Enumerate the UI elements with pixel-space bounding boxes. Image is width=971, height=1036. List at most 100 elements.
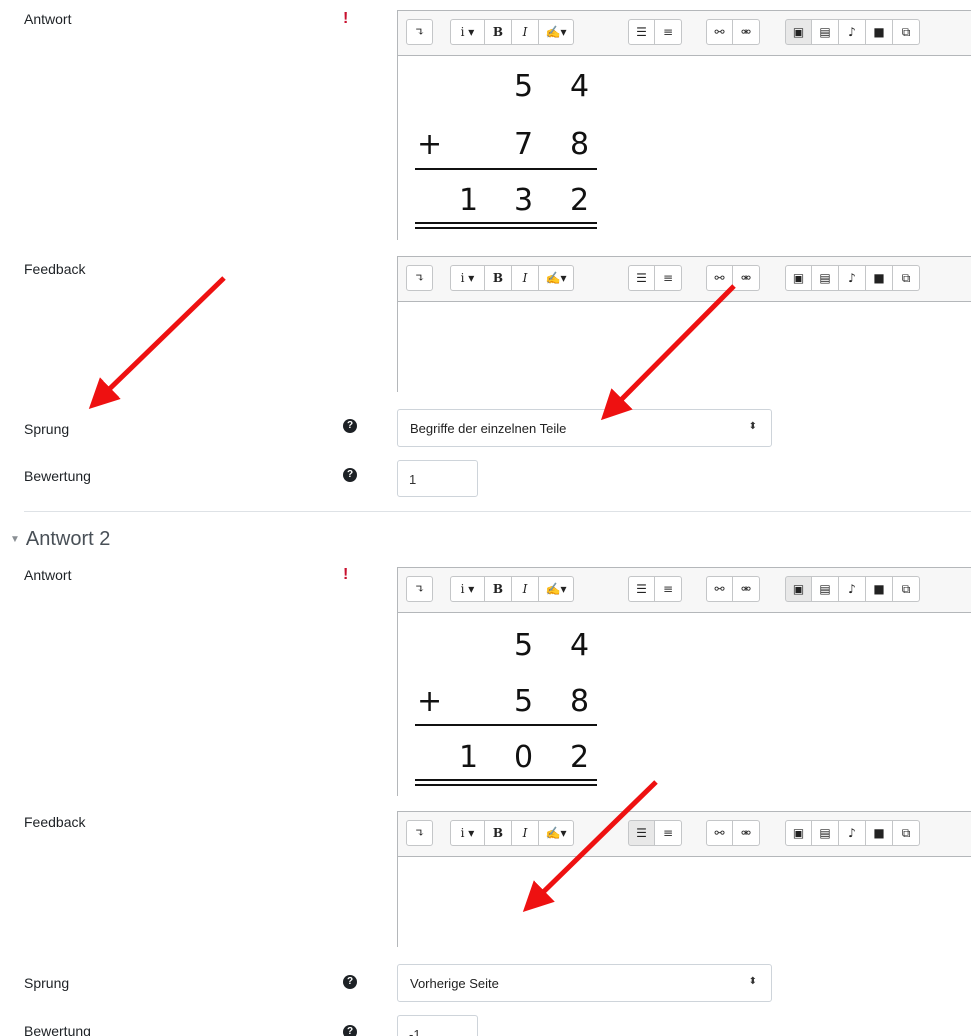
expand-toolbar-icon[interactable]: ↴ [406, 265, 433, 291]
feedback-editor[interactable]: ↴ i ▾ B I ✍▾ ☰ ≡ ⚯ ⚮ ▣ ▤ ♪ ■ ⧉ [397, 811, 971, 947]
link-icon[interactable]: ⚯ [706, 265, 733, 291]
bold-icon[interactable]: B [485, 265, 512, 291]
result-line [415, 227, 597, 229]
bold-icon[interactable]: B [485, 576, 512, 602]
info-icon[interactable]: i ▾ [450, 265, 485, 291]
numbered-list-icon[interactable]: ≡ [655, 820, 682, 846]
editor-toolbar: ↴ i ▾ B I ✍▾ ☰ ≡ ⚯ ⚮ ▣ ▤ ♪ ■ ⧉ [398, 257, 971, 302]
feedback-label: Feedback [24, 814, 86, 830]
microphone-icon[interactable]: ♪ [839, 576, 866, 602]
score-label: Bewertung [24, 1023, 91, 1036]
italic-icon[interactable]: I [512, 820, 539, 846]
expand-toolbar-icon[interactable]: ↴ [406, 576, 433, 602]
divider [24, 511, 971, 512]
video-icon[interactable]: ■ [866, 576, 893, 602]
collapse-icon: ▼ [10, 534, 20, 545]
video-icon[interactable]: ■ [866, 19, 893, 45]
score-input[interactable]: 1 [397, 460, 478, 497]
manage-files-icon[interactable]: ⧉ [893, 19, 920, 45]
help-icon[interactable]: ? [343, 975, 357, 989]
link-icon[interactable]: ⚯ [706, 820, 733, 846]
digit: 4 [570, 69, 590, 104]
operator: + [417, 127, 443, 162]
digit: 8 [570, 127, 590, 162]
video-icon[interactable]: ■ [866, 265, 893, 291]
manage-files-icon[interactable]: ⧉ [893, 820, 920, 846]
expand-toolbar-icon[interactable]: ↴ [406, 820, 433, 846]
microphone-icon[interactable]: ♪ [839, 820, 866, 846]
digit: 2 [570, 183, 590, 218]
help-icon[interactable]: ? [343, 1025, 357, 1036]
manage-files-icon[interactable]: ⧉ [893, 265, 920, 291]
media-icon[interactable]: ▤ [812, 576, 839, 602]
answer-content[interactable]: 5 4 + 7 8 1 3 2 [398, 56, 971, 240]
numbered-list-icon[interactable]: ≡ [655, 576, 682, 602]
answer-editor[interactable]: ↴ i ▾ B I ✍▾ ☰ ≡ ⚯ ⚮ ▣ ▤ ♪ ■ ⧉ 5 4 + 7 8 [397, 10, 971, 240]
answer-label: Antwort [24, 11, 72, 27]
info-icon[interactable]: i ▾ [450, 820, 485, 846]
bullet-list-icon[interactable]: ☰ [628, 576, 655, 602]
digit: 4 [570, 628, 590, 663]
manage-files-icon[interactable]: ⧉ [893, 576, 920, 602]
jump-select[interactable]: Begriffe der einzelnen Teile ⬍ [397, 409, 772, 447]
microphone-icon[interactable]: ♪ [839, 265, 866, 291]
style-icon[interactable]: ✍▾ [539, 265, 574, 291]
digit: 5 [514, 684, 534, 719]
digit: 7 [514, 127, 534, 162]
style-icon[interactable]: ✍▾ [539, 576, 574, 602]
info-icon[interactable]: i ▾ [450, 19, 485, 45]
answer-content[interactable]: 5 4 + 5 8 1 0 2 [398, 613, 971, 796]
bullet-list-icon[interactable]: ☰ [628, 820, 655, 846]
result-line [415, 779, 597, 781]
feedback-editor[interactable]: ↴ i ▾ B I ✍▾ ☰ ≡ ⚯ ⚮ ▣ ▤ ♪ ■ ⧉ [397, 256, 971, 392]
section-title: Antwort 2 [25, 528, 111, 550]
image-icon[interactable]: ▣ [785, 576, 812, 602]
bullet-list-icon[interactable]: ☰ [628, 265, 655, 291]
bold-icon[interactable]: B [485, 820, 512, 846]
image-icon[interactable]: ▣ [785, 265, 812, 291]
italic-icon[interactable]: I [512, 19, 539, 45]
media-icon[interactable]: ▤ [812, 820, 839, 846]
style-icon[interactable]: ✍▾ [539, 820, 574, 846]
image-icon[interactable]: ▣ [785, 820, 812, 846]
annotation-arrow [88, 276, 226, 409]
unlink-icon[interactable]: ⚮ [733, 19, 760, 45]
editor-toolbar: ↴ i ▾ B I ✍▾ ☰ ≡ ⚯ ⚮ ▣ ▤ ♪ ■ ⧉ [398, 568, 971, 613]
section-header[interactable]: ▼ Antwort 2 [10, 528, 110, 551]
jump-select[interactable]: Vorherige Seite ⬍ [397, 964, 772, 1002]
unlink-icon[interactable]: ⚮ [733, 265, 760, 291]
unlink-icon[interactable]: ⚮ [733, 576, 760, 602]
help-icon[interactable]: ? [343, 419, 357, 433]
media-icon[interactable]: ▤ [812, 265, 839, 291]
numbered-list-icon[interactable]: ≡ [655, 265, 682, 291]
style-icon[interactable]: ✍▾ [539, 19, 574, 45]
italic-icon[interactable]: I [512, 576, 539, 602]
bullet-list-icon[interactable]: ☰ [628, 19, 655, 45]
digit: 3 [514, 183, 534, 218]
unlink-icon[interactable]: ⚮ [733, 820, 760, 846]
expand-toolbar-icon[interactable]: ↴ [406, 19, 433, 45]
italic-icon[interactable]: I [512, 265, 539, 291]
info-icon[interactable]: i ▾ [450, 576, 485, 602]
sum-line [415, 168, 597, 170]
link-icon[interactable]: ⚯ [706, 19, 733, 45]
feedback-content[interactable] [398, 857, 971, 947]
link-icon[interactable]: ⚯ [706, 576, 733, 602]
numbered-list-icon[interactable]: ≡ [655, 19, 682, 45]
answer-editor[interactable]: ↴ i ▾ B I ✍▾ ☰ ≡ ⚯ ⚮ ▣ ▤ ♪ ■ ⧉ 5 4 + 5 8 [397, 567, 971, 796]
digit: 8 [570, 684, 590, 719]
editor-toolbar: ↴ i ▾ B I ✍▾ ☰ ≡ ⚯ ⚮ ▣ ▤ ♪ ■ ⧉ [398, 11, 971, 56]
feedback-content[interactable] [398, 302, 971, 392]
required-icon: ! [343, 566, 349, 583]
video-icon[interactable]: ■ [866, 820, 893, 846]
score-input[interactable]: -1 [397, 1015, 478, 1036]
addition-problem: 5 4 + 7 8 1 3 2 [398, 56, 628, 240]
image-icon[interactable]: ▣ [785, 19, 812, 45]
bold-icon[interactable]: B [485, 19, 512, 45]
microphone-icon[interactable]: ♪ [839, 19, 866, 45]
digit: 0 [514, 740, 534, 775]
help-icon[interactable]: ? [343, 468, 357, 482]
sum-line [415, 724, 597, 726]
result-line [415, 784, 597, 786]
media-icon[interactable]: ▤ [812, 19, 839, 45]
